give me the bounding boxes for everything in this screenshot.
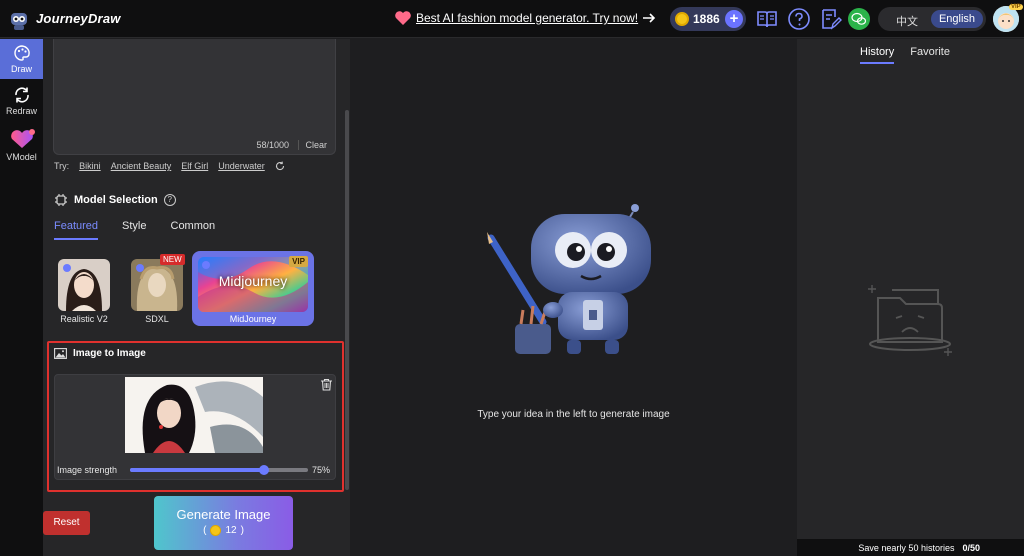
model-selection-title: Model Selection: [74, 194, 158, 206]
wechat-icon[interactable]: [847, 7, 871, 31]
edit-note-icon[interactable]: [819, 7, 843, 31]
rail-item-label: VModel: [6, 152, 37, 162]
generate-cost: ( 12): [203, 525, 244, 536]
coin-icon: [675, 12, 689, 26]
lang-en-option[interactable]: English: [931, 10, 983, 28]
suggestion-elf-girl[interactable]: Elf Girl: [181, 161, 208, 171]
robot-logo-icon[interactable]: [8, 7, 30, 31]
coin-balance[interactable]: 1886 +: [670, 7, 746, 31]
image-to-image-heading: Image to Image: [54, 348, 146, 359]
sdxl-portrait-icon: [131, 259, 183, 311]
nav-rail: Draw Redraw VModel: [0, 39, 43, 556]
tab-featured[interactable]: Featured: [54, 220, 99, 240]
promo-banner[interactable]: Best AI fashion model generator. Try now…: [394, 10, 656, 26]
tab-style[interactable]: Style: [122, 220, 146, 240]
chip-icon: [55, 194, 67, 206]
delete-image-icon[interactable]: [320, 378, 333, 391]
prompt-suggestions: Try: Bikini Ancient Beauty Elf Girl Unde…: [54, 161, 285, 171]
image-strength-value: 75%: [312, 465, 331, 475]
reference-art-icon: [125, 377, 263, 453]
history-footer: Save nearly 50 histories 0/50: [797, 539, 1024, 556]
slider-fill: [130, 468, 264, 472]
model-card-realistic-v2[interactable]: Realistic V2: [58, 259, 110, 324]
suggestion-underwater[interactable]: Underwater: [218, 161, 265, 171]
prompt-textarea[interactable]: 58/1000 Clear: [53, 39, 336, 155]
vip-badge: VIP: [289, 256, 308, 267]
promo-link[interactable]: Best AI fashion model generator. Try now…: [416, 11, 638, 25]
avatar-vip-badge: VIP: [1009, 4, 1023, 10]
history-count: 0/50: [962, 542, 980, 553]
history-footer-text: Save nearly 50 histories: [858, 542, 955, 553]
clear-prompt-button[interactable]: Clear: [298, 140, 327, 150]
help-icon[interactable]: [787, 7, 811, 31]
heart-icon: [395, 11, 411, 25]
language-switch[interactable]: 中文 English: [878, 7, 986, 31]
model-card-label: SDXL: [145, 314, 169, 324]
rail-item-label: Draw: [10, 64, 32, 74]
new-badge: NEW: [160, 254, 185, 265]
app-title[interactable]: JourneyDraw: [36, 11, 121, 26]
model-card-label: Realistic V2: [60, 314, 108, 324]
coin-balance-value: 1886: [693, 12, 720, 26]
left-panel-scrollbar[interactable]: [345, 110, 349, 490]
slider-handle[interactable]: [258, 465, 269, 475]
generate-image-button[interactable]: Generate Image ( 12): [154, 496, 293, 550]
history-tabs: History Favorite: [860, 46, 966, 64]
model-tabs: Featured Style Common: [54, 220, 239, 240]
rail-item-redraw[interactable]: Redraw: [0, 81, 43, 121]
arrow-right-icon[interactable]: [642, 11, 656, 25]
coin-icon: [210, 525, 222, 536]
rail-item-label: Redraw: [5, 106, 37, 116]
image-strength-slider[interactable]: [130, 465, 308, 475]
realistic-portrait-icon: [58, 259, 110, 311]
top-bar: JourneyDraw Best AI fashion model genera…: [0, 0, 1024, 38]
canvas-hint: Type your idea in the left to generate i…: [477, 409, 670, 420]
refresh-suggestions-icon[interactable]: [275, 161, 285, 171]
vmodel-heart-icon: [10, 129, 35, 148]
palette-icon: [13, 45, 30, 61]
model-card-sdxl[interactable]: SDXL: [131, 259, 183, 324]
lang-zh-option[interactable]: 中文: [896, 13, 918, 29]
tab-common[interactable]: Common: [171, 220, 216, 240]
tab-favorite[interactable]: Favorite: [910, 46, 950, 64]
midjourney-wordmark: Midjourney: [218, 273, 288, 289]
generate-label: Generate Image: [176, 507, 271, 522]
image-to-image-title: Image to Image: [73, 348, 146, 359]
add-coins-button[interactable]: +: [725, 10, 743, 28]
rail-item-vmodel[interactable]: VModel: [0, 123, 43, 167]
try-label: Try:: [54, 161, 70, 171]
prompt-char-count: 58/1000: [256, 140, 289, 150]
suggestion-ancient-beauty[interactable]: Ancient Beauty: [111, 161, 172, 171]
generate-cost-value: 12: [225, 525, 237, 536]
model-thumbnail: [131, 259, 183, 311]
reference-image[interactable]: [125, 377, 263, 453]
model-thumbnail: [58, 259, 110, 311]
redraw-icon: [14, 87, 29, 103]
question-icon[interactable]: ?: [163, 194, 176, 206]
image-strength-label: Image strength: [57, 465, 118, 475]
rail-item-draw[interactable]: Draw: [0, 39, 43, 79]
suggestion-bikini[interactable]: Bikini: [79, 161, 101, 171]
empty-folder-icon: [868, 285, 952, 356]
model-selection-heading: Model Selection ?: [54, 193, 176, 207]
reset-button[interactable]: Reset: [43, 511, 90, 535]
book-icon[interactable]: [755, 7, 779, 31]
robot-painter-illustration-icon: [487, 204, 651, 354]
model-card-label: MidJourney: [229, 314, 277, 324]
model-card-midjourney[interactable]: Midjourney VIP MidJourney: [192, 251, 314, 326]
tab-history[interactable]: History: [860, 46, 895, 64]
image-icon: [54, 348, 67, 359]
